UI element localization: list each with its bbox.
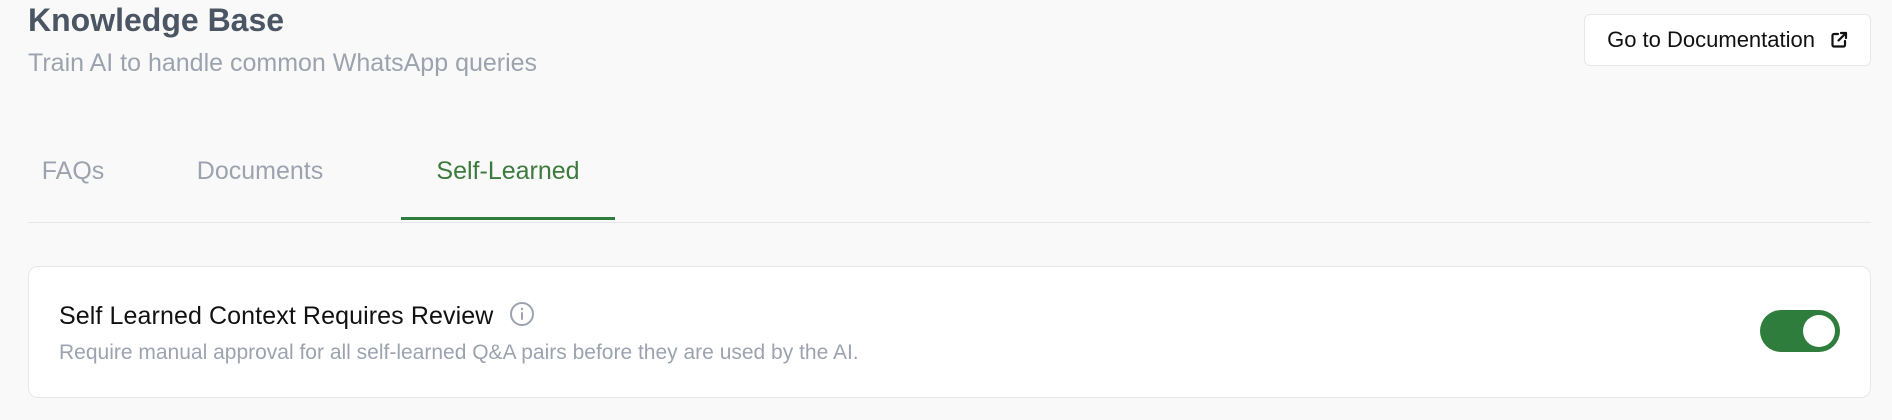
tab-self-learned[interactable]: Self-Learned bbox=[401, 122, 615, 220]
page-title: Knowledge Base bbox=[28, 2, 285, 38]
external-link-icon bbox=[1829, 30, 1849, 50]
self-learned-review-setting-card: Self Learned Context Requires Review Req… bbox=[28, 266, 1871, 398]
review-required-toggle[interactable] bbox=[1760, 310, 1840, 352]
info-icon[interactable] bbox=[509, 301, 535, 332]
active-tab-indicator bbox=[401, 217, 615, 220]
page-header: Knowledge Base Train AI to handle common… bbox=[28, 0, 537, 79]
tab-documents[interactable]: Documents bbox=[191, 122, 329, 220]
setting-title-row: Self Learned Context Requires Review bbox=[59, 301, 535, 332]
tab-faqs[interactable]: FAQs bbox=[42, 122, 105, 220]
setting-description: Require manual approval for all self-lea… bbox=[59, 341, 859, 364]
toggle-knob bbox=[1803, 315, 1835, 347]
go-to-documentation-label: Go to Documentation bbox=[1607, 27, 1815, 52]
knowledge-base-tabs: FAQs Documents Self-Learned bbox=[28, 125, 1871, 223]
go-to-documentation-button[interactable]: Go to Documentation bbox=[1584, 14, 1871, 66]
setting-title: Self Learned Context Requires Review bbox=[59, 302, 494, 330]
page-subtitle: Train AI to handle common WhatsApp queri… bbox=[28, 49, 538, 77]
knowledge-base-page: Knowledge Base Train AI to handle common… bbox=[0, 0, 1892, 420]
